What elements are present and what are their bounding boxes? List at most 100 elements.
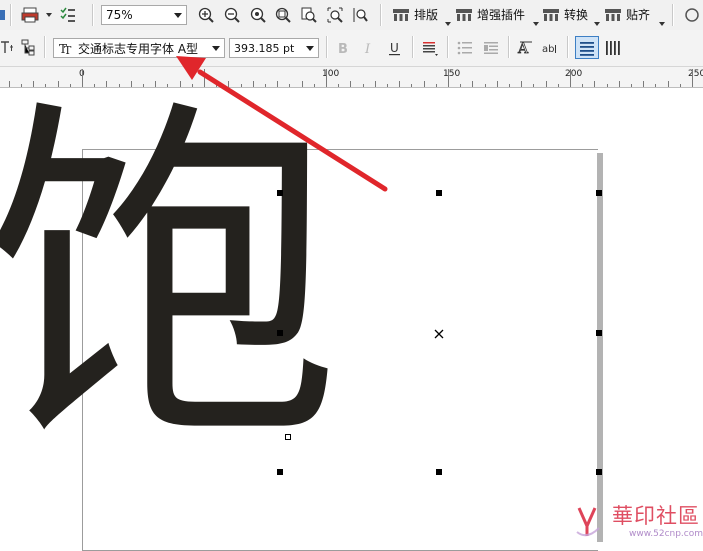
ruler-tick	[643, 81, 645, 87]
ruler-tick	[631, 84, 632, 87]
chevron-down-icon	[306, 46, 314, 51]
checklist-icon[interactable]	[58, 5, 78, 25]
separator	[10, 4, 12, 26]
ruler-tick	[618, 81, 620, 87]
ruler-tick	[509, 84, 510, 87]
selection-handle-bottom-left[interactable]	[277, 469, 283, 475]
convert-plugin-icon[interactable]	[541, 6, 561, 24]
separator	[412, 36, 414, 58]
zoom-selection-icon[interactable]	[273, 5, 293, 25]
chevron-down-icon	[174, 13, 182, 18]
selection-handle-bottom-center[interactable]	[436, 469, 442, 475]
plugin-snap-dropdown[interactable]	[659, 22, 665, 26]
selection-handle-bottom-right[interactable]	[596, 469, 602, 475]
watermark-brand: 華印社區	[612, 504, 700, 528]
snap-plugin-icon[interactable]	[603, 6, 623, 24]
ruler-tick	[692, 69, 693, 87]
zoom-page-icon[interactable]	[299, 5, 319, 25]
text-frame-icon[interactable]: ab	[540, 38, 562, 58]
plugin-convert-label[interactable]: 转换	[564, 6, 588, 23]
font-family-value: 交通标志专用字体 A型	[78, 41, 199, 56]
selection-handle-top-right[interactable]	[596, 190, 602, 196]
svg-text:U: U	[390, 41, 399, 55]
plugin-layout-label[interactable]: 排版	[414, 6, 438, 23]
bullet-list-icon[interactable]	[455, 38, 475, 58]
selection-handle-middle-right[interactable]	[596, 330, 602, 336]
zoom-width-icon[interactable]	[325, 5, 345, 25]
drop-cap-icon[interactable]	[481, 38, 501, 58]
text-node-handle[interactable]	[285, 434, 291, 440]
ruler-tick	[557, 84, 559, 87]
text-glyph[interactable]: 饱	[0, 100, 342, 460]
standard-toolbar: 75% 排版 增强插件 转换 贴齐	[0, 0, 703, 31]
plugin-layout-dropdown[interactable]	[445, 22, 451, 26]
zoom-height-icon[interactable]	[350, 5, 370, 25]
selection-handle-top-center[interactable]	[436, 190, 442, 196]
svg-text:I: I	[364, 42, 371, 56]
ruler-tick	[521, 81, 523, 87]
plugin-convert-dropdown[interactable]	[594, 22, 600, 26]
ruler-tick	[679, 84, 681, 87]
italic-icon[interactable]: I	[359, 38, 379, 58]
ruler-tick	[655, 84, 657, 87]
selection-handle-top-left[interactable]	[277, 190, 283, 196]
svg-text:A: A	[517, 41, 529, 57]
bold-icon[interactable]: B	[333, 38, 353, 58]
ruler-tick	[484, 84, 486, 87]
options-icon[interactable]	[682, 5, 702, 25]
ruler-tick	[374, 81, 376, 87]
ruler-tick	[496, 81, 498, 87]
ruler-tick	[545, 81, 547, 87]
character-format-icon[interactable]: A	[515, 38, 537, 58]
selection-handle-middle-left[interactable]	[277, 330, 283, 336]
ruler-tick	[606, 84, 608, 87]
separator	[380, 4, 382, 26]
separator	[92, 4, 94, 26]
ruler-tick	[472, 81, 474, 87]
ruler-label-200: 200	[565, 69, 583, 79]
ruler-tick	[594, 81, 596, 87]
print-dropdown-arrow[interactable]	[46, 13, 52, 17]
underline-icon[interactable]: U	[385, 38, 405, 58]
ruler-tick	[460, 84, 462, 87]
horizontal-text-icon[interactable]	[575, 36, 599, 59]
svg-text:B: B	[338, 42, 348, 56]
toolbar-edge-icon[interactable]	[0, 6, 6, 24]
separator	[508, 36, 510, 58]
truetype-font-icon: TT	[59, 42, 72, 55]
zoom-level-select[interactable]: 75%	[101, 5, 187, 25]
svg-text:T: T	[64, 44, 72, 55]
text-tool-edge-icon[interactable]	[0, 38, 14, 56]
svg-text:ab: ab	[542, 44, 554, 55]
zoom-out-icon[interactable]	[222, 5, 242, 25]
ruler-tick	[387, 84, 388, 87]
text-property-bar: TT 交通标志专用字体 A型 393.185 pt B I U A ab	[0, 30, 703, 67]
ruler-tick	[533, 84, 535, 87]
separator	[326, 36, 328, 58]
enhance-plugin-icon[interactable]	[454, 6, 474, 24]
align-icon[interactable]	[420, 38, 440, 58]
ruler-label-250: 250	[688, 69, 703, 79]
ruler-tick	[423, 81, 425, 87]
plugin-enhance-dropdown[interactable]	[533, 22, 539, 26]
zoom-level-value: 75%	[106, 8, 133, 22]
layout-plugin-icon[interactable]	[391, 6, 411, 24]
font-size-value: 393.185 pt	[234, 41, 295, 55]
font-family-select[interactable]: TT 交通标志专用字体 A型	[53, 38, 225, 58]
separator	[44, 36, 46, 58]
separator	[447, 36, 449, 58]
font-size-select[interactable]: 393.185 pt	[229, 38, 319, 58]
print-icon[interactable]	[20, 5, 40, 25]
center-cross-icon[interactable]	[434, 329, 444, 339]
ruler-label-150: 150	[443, 69, 461, 79]
vertical-text-icon[interactable]	[602, 38, 624, 58]
watermark: 華印社區 www.52cnp.com	[575, 498, 703, 542]
plugin-snap-label[interactable]: 贴齐	[626, 6, 650, 23]
ruler-tick	[411, 84, 413, 87]
text-frame-tree-icon[interactable]	[18, 38, 38, 56]
page-shadow	[597, 153, 603, 542]
plugin-enhance-label[interactable]: 增强插件	[477, 6, 525, 23]
ruler-tick	[667, 81, 669, 87]
zoom-fit-icon[interactable]	[248, 5, 268, 25]
zoom-in-icon[interactable]	[196, 5, 216, 25]
